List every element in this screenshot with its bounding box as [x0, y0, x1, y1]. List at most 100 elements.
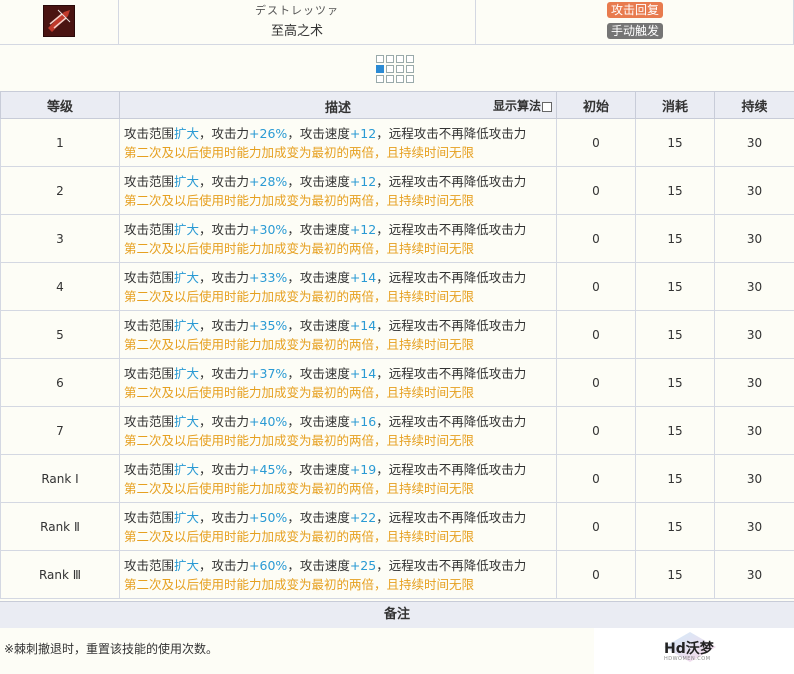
desc-text: 第二次及以后使用时能力加成变为最初的两倍，且持续时间无限	[124, 192, 475, 208]
level-selector-row	[0, 45, 794, 92]
desc-text: 第二次及以后使用时能力加成变为最初的两倍，且持续时间无限	[124, 432, 475, 448]
desc-text: +50%	[249, 509, 288, 525]
table-row: Rank Ⅱ 攻击范围扩大，攻击力+50%，攻击速度+22，远程攻击不再降低攻击力…	[0, 502, 794, 551]
desc-text: 第二次及以后使用时能力加成变为最初的两倍，且持续时间无限	[124, 480, 475, 496]
duration-cell: 30	[714, 502, 794, 551]
level-cell[interactable]	[376, 65, 384, 73]
table-row: 2 攻击范围扩大，攻击力+28%，攻击速度+12，远程攻击不再降低攻击力 第二次及以…	[0, 166, 794, 215]
level-cell[interactable]	[406, 75, 414, 83]
desc-text: +37%	[249, 365, 288, 381]
desc-text: 扩大	[174, 173, 200, 189]
skill-cn-name: 至高之术	[270, 24, 323, 39]
header-level: 等级	[0, 91, 120, 119]
desc-text: 攻击范围	[124, 221, 175, 237]
init-sp-cell: 0	[556, 214, 636, 263]
header-desc: 描述 显示算法	[119, 91, 557, 119]
desc-text: 扩大	[174, 317, 200, 333]
init-sp-cell: 0	[556, 310, 636, 359]
desc-text: +14	[349, 317, 377, 333]
table-row: Rank Ⅲ 攻击范围扩大，攻击力+60%，攻击速度+25，远程攻击不再降低攻击力…	[0, 550, 794, 599]
desc-cell: 攻击范围扩大，攻击力+28%，攻击速度+12，远程攻击不再降低攻击力 第二次及以后…	[119, 166, 557, 215]
sp-cost-cell: 15	[635, 262, 715, 311]
desc-text: 扩大	[174, 413, 200, 429]
init-sp-cell: 0	[556, 166, 636, 215]
init-sp-cell: 0	[556, 358, 636, 407]
desc-text: ，攻击力	[199, 509, 250, 525]
desc-text: +14	[349, 269, 377, 285]
desc-text: ，攻击力	[199, 221, 250, 237]
level-cell[interactable]	[386, 65, 394, 73]
level-cell-label: Rank Ⅲ	[0, 550, 120, 599]
desc-text: ，攻击力	[199, 413, 250, 429]
level-cell-label: 2	[0, 166, 120, 215]
desc-text: ，远程攻击不再降低攻击力	[376, 269, 527, 285]
init-sp-cell: 0	[556, 502, 636, 551]
desc-text: ，攻击力	[199, 461, 250, 477]
level-cell[interactable]	[406, 65, 414, 73]
desc-text: ，远程攻击不再降低攻击力	[376, 365, 527, 381]
watermark: Hd沃梦 HDWOMEN.COM	[594, 628, 794, 674]
desc-text: ，远程攻击不再降低攻击力	[376, 125, 527, 141]
desc-text: ，攻击速度	[287, 269, 350, 285]
level-cell[interactable]	[376, 75, 384, 83]
sp-cost-cell: 15	[635, 118, 715, 167]
level-cell[interactable]	[396, 55, 404, 63]
level-cell[interactable]	[396, 75, 404, 83]
init-sp-cell: 0	[556, 262, 636, 311]
desc-text: +12	[349, 221, 377, 237]
sp-cost-cell: 15	[635, 454, 715, 503]
sp-cost-cell: 15	[635, 550, 715, 599]
level-cell-label: 1	[0, 118, 120, 167]
desc-text: 扩大	[174, 365, 200, 381]
desc-text: 攻击范围	[124, 125, 175, 141]
level-selector-grid[interactable]	[376, 55, 414, 83]
desc-text: ，远程攻击不再降低攻击力	[376, 317, 527, 333]
skill-level-table: 等级 描述 显示算法 初始 消耗 持续 1 攻击范围扩大，攻击力+26%，攻击速度…	[0, 91, 794, 599]
level-cell-label: 7	[0, 406, 120, 455]
header-duration: 持续	[714, 91, 794, 119]
sp-cost-cell: 15	[635, 166, 715, 215]
skill-name-cell: デストレッツァ 至高之术	[119, 0, 476, 44]
duration-cell: 30	[714, 454, 794, 503]
remarks-header: 备注	[0, 601, 794, 628]
duration-cell: 30	[714, 550, 794, 599]
show-algorithm-checkbox[interactable]	[542, 101, 552, 112]
level-cell[interactable]	[406, 55, 414, 63]
skill-icon	[43, 5, 75, 37]
level-cell[interactable]	[386, 55, 394, 63]
desc-text: 攻击范围	[124, 557, 175, 573]
desc-text: ，远程攻击不再降低攻击力	[376, 509, 527, 525]
level-cell[interactable]	[386, 75, 394, 83]
desc-cell: 攻击范围扩大，攻击力+30%，攻击速度+12，远程攻击不再降低攻击力 第二次及以后…	[119, 214, 557, 263]
level-cell[interactable]	[396, 65, 404, 73]
show-algorithm-toggle[interactable]: 显示算法	[493, 97, 552, 114]
desc-text: 扩大	[174, 557, 200, 573]
desc-cell: 攻击范围扩大，攻击力+33%，攻击速度+14，远程攻击不再降低攻击力 第二次及以后…	[119, 262, 557, 311]
desc-text: ，攻击速度	[287, 173, 350, 189]
table-row: 7 攻击范围扩大，攻击力+40%，攻击速度+16，远程攻击不再降低攻击力 第二次及以…	[0, 406, 794, 455]
desc-text: ，攻击速度	[287, 365, 350, 381]
desc-cell: 攻击范围扩大，攻击力+60%，攻击速度+25，远程攻击不再降低攻击力 第二次及以后…	[119, 550, 557, 599]
desc-cell: 攻击范围扩大，攻击力+37%，攻击速度+14，远程攻击不再降低攻击力 第二次及以后…	[119, 358, 557, 407]
desc-text: ，远程攻击不再降低攻击力	[376, 221, 527, 237]
desc-text: ，攻击速度	[287, 557, 350, 573]
skill-tags-cell: 攻击回复 手动触发	[476, 0, 794, 44]
desc-text: +14	[349, 365, 377, 381]
desc-text: ，远程攻击不再降低攻击力	[376, 461, 527, 477]
desc-text: +45%	[249, 461, 288, 477]
desc-cell: 攻击范围扩大，攻击力+40%，攻击速度+16，远程攻击不再降低攻击力 第二次及以后…	[119, 406, 557, 455]
desc-text: ，攻击速度	[287, 221, 350, 237]
desc-text: ，攻击速度	[287, 461, 350, 477]
desc-text: 第二次及以后使用时能力加成变为最初的两倍，且持续时间无限	[124, 576, 475, 592]
sp-cost-cell: 15	[635, 406, 715, 455]
header-init: 初始	[556, 91, 636, 119]
level-cell[interactable]	[376, 55, 384, 63]
desc-text: ，攻击速度	[287, 413, 350, 429]
desc-text: +33%	[249, 269, 288, 285]
remarks-body: ※棘刺撤退时，重置该技能的使用次数。 Hd沃梦 HDWOMEN.COM	[0, 628, 794, 674]
duration-cell: 30	[714, 358, 794, 407]
desc-text: +22	[349, 509, 377, 525]
level-cell-label: 6	[0, 358, 120, 407]
level-cell-label: Rank Ⅱ	[0, 502, 120, 551]
desc-text: 攻击范围	[124, 461, 175, 477]
